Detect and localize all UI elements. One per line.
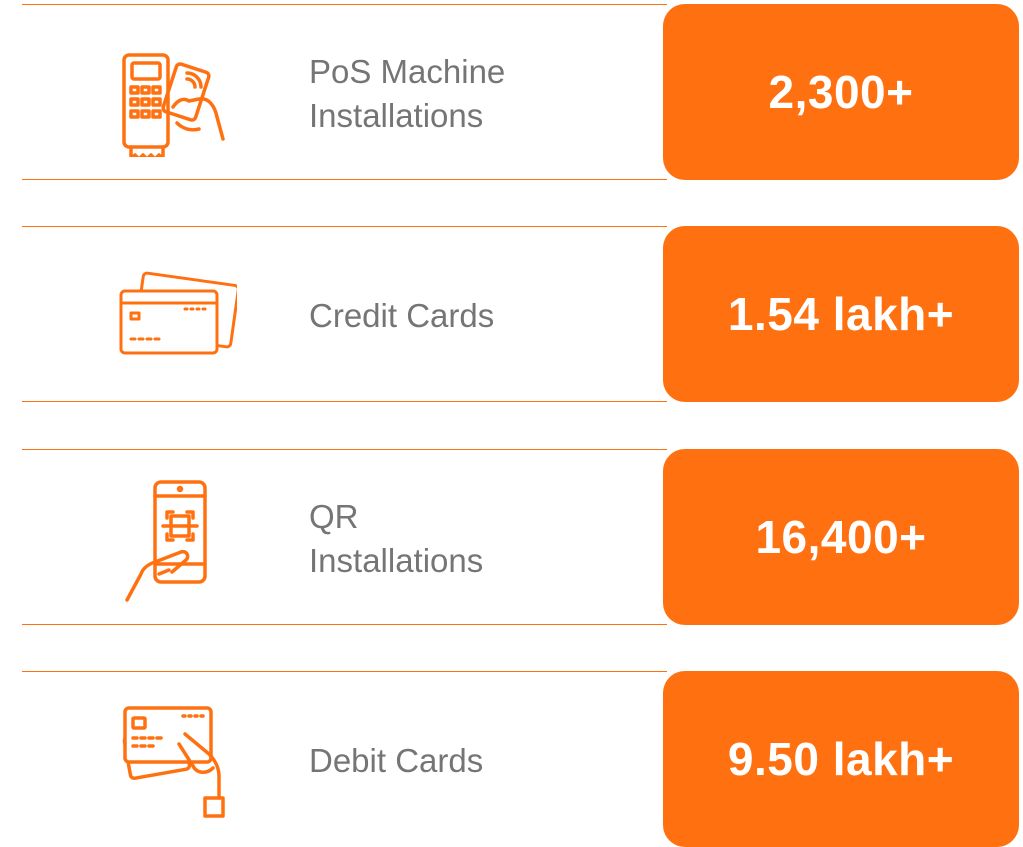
stat-row-debit-cards: 9.50 lakh+ Debit Cards — [22, 671, 1023, 847]
stat-label-line1: PoS Machine — [309, 53, 506, 90]
stat-value-box: 9.50 lakh+ — [663, 671, 1019, 847]
stat-value: 2,300+ — [768, 66, 914, 118]
stat-value: 9.50 lakh+ — [727, 733, 955, 785]
divider-top — [22, 449, 667, 450]
stat-label: PoS Machine Installations — [309, 53, 629, 134]
stat-label-line1: Debit Cards — [309, 742, 484, 779]
debit-card-hand-icon — [107, 694, 237, 824]
stat-label-line2: Installations — [309, 542, 484, 579]
stat-label: Credit Cards — [309, 276, 629, 356]
stat-label: QR Installations — [309, 498, 629, 579]
stat-value: 16,400+ — [755, 511, 927, 563]
stat-label-line1: Credit Cards — [309, 297, 495, 334]
stat-label-line2: Installations — [309, 97, 484, 134]
stat-label: Debit Cards — [309, 721, 629, 801]
stat-row-pos: PoS Machine Installations 2,300+ — [22, 4, 1023, 180]
qr-phone-icon — [107, 472, 237, 602]
stat-value-box: 16,400+ — [663, 449, 1019, 625]
stat-value-box: 1.54 lakh+ — [663, 226, 1019, 402]
stat-value-box: 2,300+ — [663, 4, 1019, 180]
pos-machine-icon — [107, 27, 237, 161]
divider-bottom — [22, 179, 667, 180]
stat-label-line1: QR — [309, 498, 359, 535]
divider-bottom — [22, 624, 667, 625]
stat-value: 1.54 lakh+ — [727, 288, 955, 340]
stat-row-qr: QR Installations 16,400+ — [22, 449, 1023, 625]
divider-top — [22, 671, 667, 672]
divider-top — [22, 4, 667, 5]
stat-row-credit-cards: Credit Cards 1.54 lakh+ — [22, 226, 1023, 402]
divider-top — [22, 226, 667, 227]
divider-bottom — [22, 401, 667, 402]
credit-cards-icon — [107, 249, 240, 379]
